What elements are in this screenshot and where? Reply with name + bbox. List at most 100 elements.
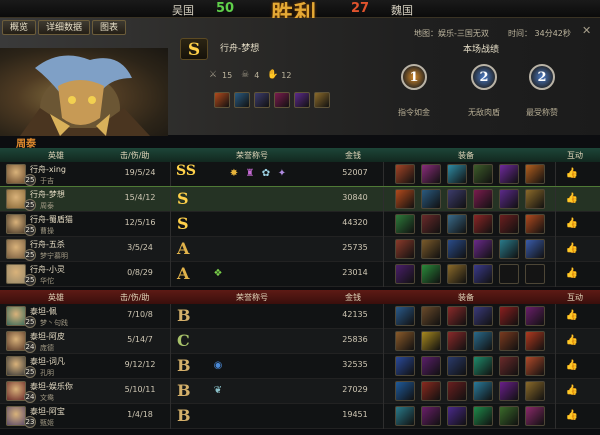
equipment-slot[interactable] [274, 92, 290, 108]
equipment-slot[interactable] [421, 381, 441, 401]
column-divider [555, 262, 556, 287]
equipment-slot[interactable] [447, 264, 467, 284]
equipment-slot[interactable] [395, 356, 415, 376]
equipment-slot[interactable] [525, 381, 545, 401]
equipment-slot[interactable] [473, 381, 493, 401]
equipment-slot[interactable] [473, 406, 493, 426]
equipment-slot[interactable] [447, 406, 467, 426]
equipment-slot[interactable] [421, 406, 441, 426]
tab-overview[interactable]: 概览 [2, 20, 37, 35]
equipment-slot[interactable] [473, 331, 493, 351]
blue-team-header: 英雄 击/伤/助 荣誉称号 金钱 装备 互动 [0, 148, 600, 162]
table-row[interactable]: 25 泰坦-佩 梦丶句践 7/10/8 B 42135 👍 [0, 304, 600, 329]
equipment-slot[interactable] [499, 239, 519, 259]
thumbs-up-icon[interactable]: 👍 [565, 267, 579, 281]
equipment-slot[interactable] [447, 189, 467, 209]
equipment-slot[interactable] [314, 92, 330, 108]
equipment-slot[interactable] [525, 214, 545, 234]
equipment-slot[interactable] [473, 189, 493, 209]
equipment-slot[interactable] [421, 164, 441, 184]
table-row[interactable]: 25 行舟-五杀 梦宁慕明 3/5/24 A 25735 👍 [0, 237, 600, 262]
equipment-slot[interactable] [294, 92, 310, 108]
equipment-slot[interactable] [499, 331, 519, 351]
equipment-slot[interactable] [421, 189, 441, 209]
thumbs-up-icon[interactable]: 👍 [565, 384, 579, 398]
tab-details[interactable]: 详细数据 [38, 20, 91, 35]
thumbs-up-icon[interactable]: 👍 [565, 309, 579, 323]
table-row[interactable]: 24 泰坦-娱乐你 文鸯 5/10/11 B ❦ 27029 👍 [0, 379, 600, 404]
equipment-slot[interactable] [525, 264, 545, 284]
equipment-slot[interactable] [473, 164, 493, 184]
gold-value: 19451 [342, 410, 368, 419]
table-row[interactable]: 25 泰坦-词凡 孔明 9/12/12 B ◉ 32535 👍 [0, 354, 600, 379]
equipment-slot[interactable] [499, 264, 519, 284]
close-icon[interactable]: ✕ [582, 25, 592, 36]
equipment-slot[interactable] [447, 381, 467, 401]
equipment-slot[interactable] [499, 306, 519, 326]
equipment-slot[interactable] [447, 239, 467, 259]
equipment-slot[interactable] [525, 331, 545, 351]
thumbs-up-icon[interactable]: 👍 [565, 217, 579, 231]
table-row[interactable]: 23 泰坦-阿宝 甄姬 1/4/18 B 19451 👍 [0, 404, 600, 429]
thumbs-up-icon[interactable]: 👍 [565, 359, 579, 373]
equipment-slot[interactable] [395, 189, 415, 209]
equipment-slot[interactable] [421, 356, 441, 376]
equipment-slot[interactable] [473, 214, 493, 234]
equipment-slot[interactable] [234, 92, 250, 108]
table-row[interactable]: 25 行舟-蜀盾猫 曹操 12/5/16 S 44320 👍 [0, 212, 600, 237]
equipment-slot[interactable] [473, 239, 493, 259]
tab-charts[interactable]: 图表 [92, 20, 127, 35]
gold-value: 25836 [342, 335, 368, 344]
medal-shield-icon: 2 [471, 64, 497, 90]
equipment-slot[interactable] [447, 214, 467, 234]
thumbs-up-icon[interactable]: 👍 [565, 334, 579, 348]
table-row[interactable]: 24 泰坦-阿皮 庞德 5/14/7 C 25836 👍 [0, 329, 600, 354]
equipment-slot[interactable] [254, 92, 270, 108]
equipment-slot[interactable] [395, 381, 415, 401]
equipment-slot[interactable] [447, 306, 467, 326]
equipment-slot[interactable] [499, 189, 519, 209]
equipment-slot[interactable] [395, 264, 415, 284]
table-row[interactable]: 25 行舟-梦想 周泰 15/4/12 S 30840 👍 [0, 186, 600, 213]
equipment-slot[interactable] [499, 406, 519, 426]
equipment-slot[interactable] [499, 381, 519, 401]
equipment-slot[interactable] [395, 406, 415, 426]
equipment-slot[interactable] [447, 164, 467, 184]
equipment-slot[interactable] [473, 306, 493, 326]
equipment-slot[interactable] [525, 239, 545, 259]
equipment-slot[interactable] [421, 331, 441, 351]
hero-name: 周泰 [40, 202, 54, 210]
equipment-slot[interactable] [525, 356, 545, 376]
thumbs-up-icon[interactable]: 👍 [565, 409, 579, 423]
equipment-slot[interactable] [421, 264, 441, 284]
equipment-slot[interactable] [395, 239, 415, 259]
avatar [6, 306, 26, 326]
gold-value: 52007 [342, 168, 368, 177]
title-fish-icon: ✿ [261, 168, 271, 179]
equipment-slot[interactable] [421, 239, 441, 259]
thumbs-up-icon[interactable]: 👍 [565, 242, 579, 256]
table-row[interactable]: 25 行舟-小灵 华佗 0/8/29 A ❖ 23014 👍 [0, 262, 600, 287]
equipment-slot[interactable] [473, 356, 493, 376]
equipment-slot[interactable] [421, 214, 441, 234]
equipment-slot[interactable] [499, 214, 519, 234]
thumbs-up-icon[interactable]: 👍 [565, 192, 579, 206]
equipment-slot[interactable] [499, 356, 519, 376]
table-row[interactable]: 25行舟-xing于吉19/5/24SSS✸♜✿✦52007👍 [0, 162, 600, 187]
thumbs-up-icon[interactable]: 👍 [565, 167, 579, 181]
gold-value: 30840 [342, 193, 368, 202]
equipment-slot[interactable] [525, 189, 545, 209]
equipment-slot[interactable] [395, 214, 415, 234]
equipment-slot[interactable] [447, 356, 467, 376]
equipment-slot[interactable] [499, 164, 519, 184]
equipment-slot[interactable] [214, 92, 230, 108]
equipment-slot[interactable] [395, 306, 415, 326]
equipment-slot[interactable] [395, 164, 415, 184]
equipment-slot[interactable] [525, 164, 545, 184]
equipment-slot[interactable] [525, 406, 545, 426]
equipment-slot[interactable] [395, 331, 415, 351]
equipment-slot[interactable] [447, 331, 467, 351]
equipment-slot[interactable] [473, 264, 493, 284]
equipment-slot[interactable] [421, 306, 441, 326]
equipment-slot[interactable] [525, 306, 545, 326]
